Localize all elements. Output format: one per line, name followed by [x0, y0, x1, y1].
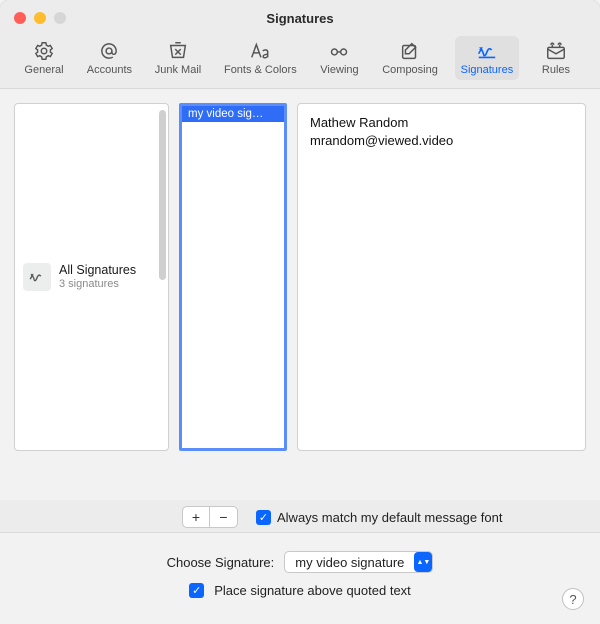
content-area: All Signatures 3 signatures my video sig…: [0, 89, 600, 500]
select-value: my video signature: [295, 555, 404, 570]
tab-label: Viewing: [320, 64, 358, 76]
choose-signature-select[interactable]: my video signature ▲▼: [284, 551, 433, 573]
help-button[interactable]: ?: [562, 588, 584, 610]
window-controls: [0, 12, 66, 24]
signature-preview[interactable]: Mathew Random mrandom@viewed.video: [297, 103, 586, 451]
glasses-icon: [327, 40, 351, 62]
at-sign-icon: [97, 40, 121, 62]
minimize-window-button[interactable]: [34, 12, 46, 24]
fonts-icon: [248, 40, 272, 62]
tab-accounts[interactable]: Accounts: [81, 36, 138, 80]
zoom-window-button[interactable]: [54, 12, 66, 24]
add-remove-group: + −: [182, 506, 238, 528]
remove-signature-button[interactable]: −: [210, 506, 238, 528]
tab-junk-mail[interactable]: Junk Mail: [149, 36, 207, 80]
tab-label: Fonts & Colors: [224, 64, 297, 76]
always-match-font-checkbox[interactable]: ✓: [256, 510, 271, 525]
tab-label: Junk Mail: [155, 64, 201, 76]
signature-small-icon: [23, 263, 51, 291]
always-match-font-label: Always match my default message font: [277, 510, 502, 525]
compose-icon: [398, 40, 422, 62]
tab-fonts-colors[interactable]: Fonts & Colors: [218, 36, 303, 80]
preview-line: Mathew Random: [310, 114, 573, 132]
bottom-panel: Choose Signature: my video signature ▲▼ …: [0, 532, 600, 624]
help-icon: ?: [569, 592, 576, 607]
tab-label: General: [24, 64, 63, 76]
signature-icon: [475, 40, 499, 62]
prefs-toolbar: General Accounts Junk Mail Fonts & Color…: [0, 36, 600, 89]
rules-icon: [544, 40, 568, 62]
titlebar: Signatures: [0, 0, 600, 36]
tab-label: Rules: [542, 64, 570, 76]
tab-label: Accounts: [87, 64, 132, 76]
tab-rules[interactable]: Rules: [530, 36, 582, 80]
preferences-window: Signatures General Accounts Junk Mail Fo…: [0, 0, 600, 624]
signatures-list[interactable]: my video sig…: [179, 103, 287, 451]
signature-item-selected[interactable]: my video sig…: [182, 106, 284, 122]
tab-label: Composing: [382, 64, 438, 76]
add-signature-button[interactable]: +: [182, 506, 210, 528]
account-text: All Signatures 3 signatures: [59, 263, 136, 291]
gear-icon: [32, 40, 56, 62]
tab-composing[interactable]: Composing: [376, 36, 444, 80]
accounts-list[interactable]: All Signatures 3 signatures: [14, 103, 169, 451]
close-window-button[interactable]: [14, 12, 26, 24]
account-subtitle: 3 signatures: [59, 278, 136, 291]
scrollbar[interactable]: [159, 110, 166, 280]
tab-general[interactable]: General: [18, 36, 70, 80]
account-all-signatures[interactable]: All Signatures 3 signatures: [15, 104, 144, 450]
below-columns-row: + − ✓ Always match my default message fo…: [0, 500, 600, 532]
choose-signature-row: Choose Signature: my video signature ▲▼: [16, 551, 584, 573]
window-title: Signatures: [0, 11, 600, 26]
place-above-checkbox[interactable]: ✓: [189, 583, 204, 598]
preview-line: mrandom@viewed.video: [310, 132, 573, 150]
place-above-label: Place signature above quoted text: [214, 583, 411, 598]
always-match-font-row: ✓ Always match my default message font: [256, 510, 502, 525]
place-above-row: ✓ Place signature above quoted text: [16, 583, 584, 598]
account-name: All Signatures: [59, 263, 136, 278]
tab-signatures[interactable]: Signatures: [455, 36, 520, 80]
junk-icon: [166, 40, 190, 62]
choose-signature-label: Choose Signature:: [167, 555, 275, 570]
select-arrows-icon: ▲▼: [414, 552, 432, 572]
tab-label: Signatures: [461, 64, 514, 76]
tab-viewing[interactable]: Viewing: [313, 36, 365, 80]
